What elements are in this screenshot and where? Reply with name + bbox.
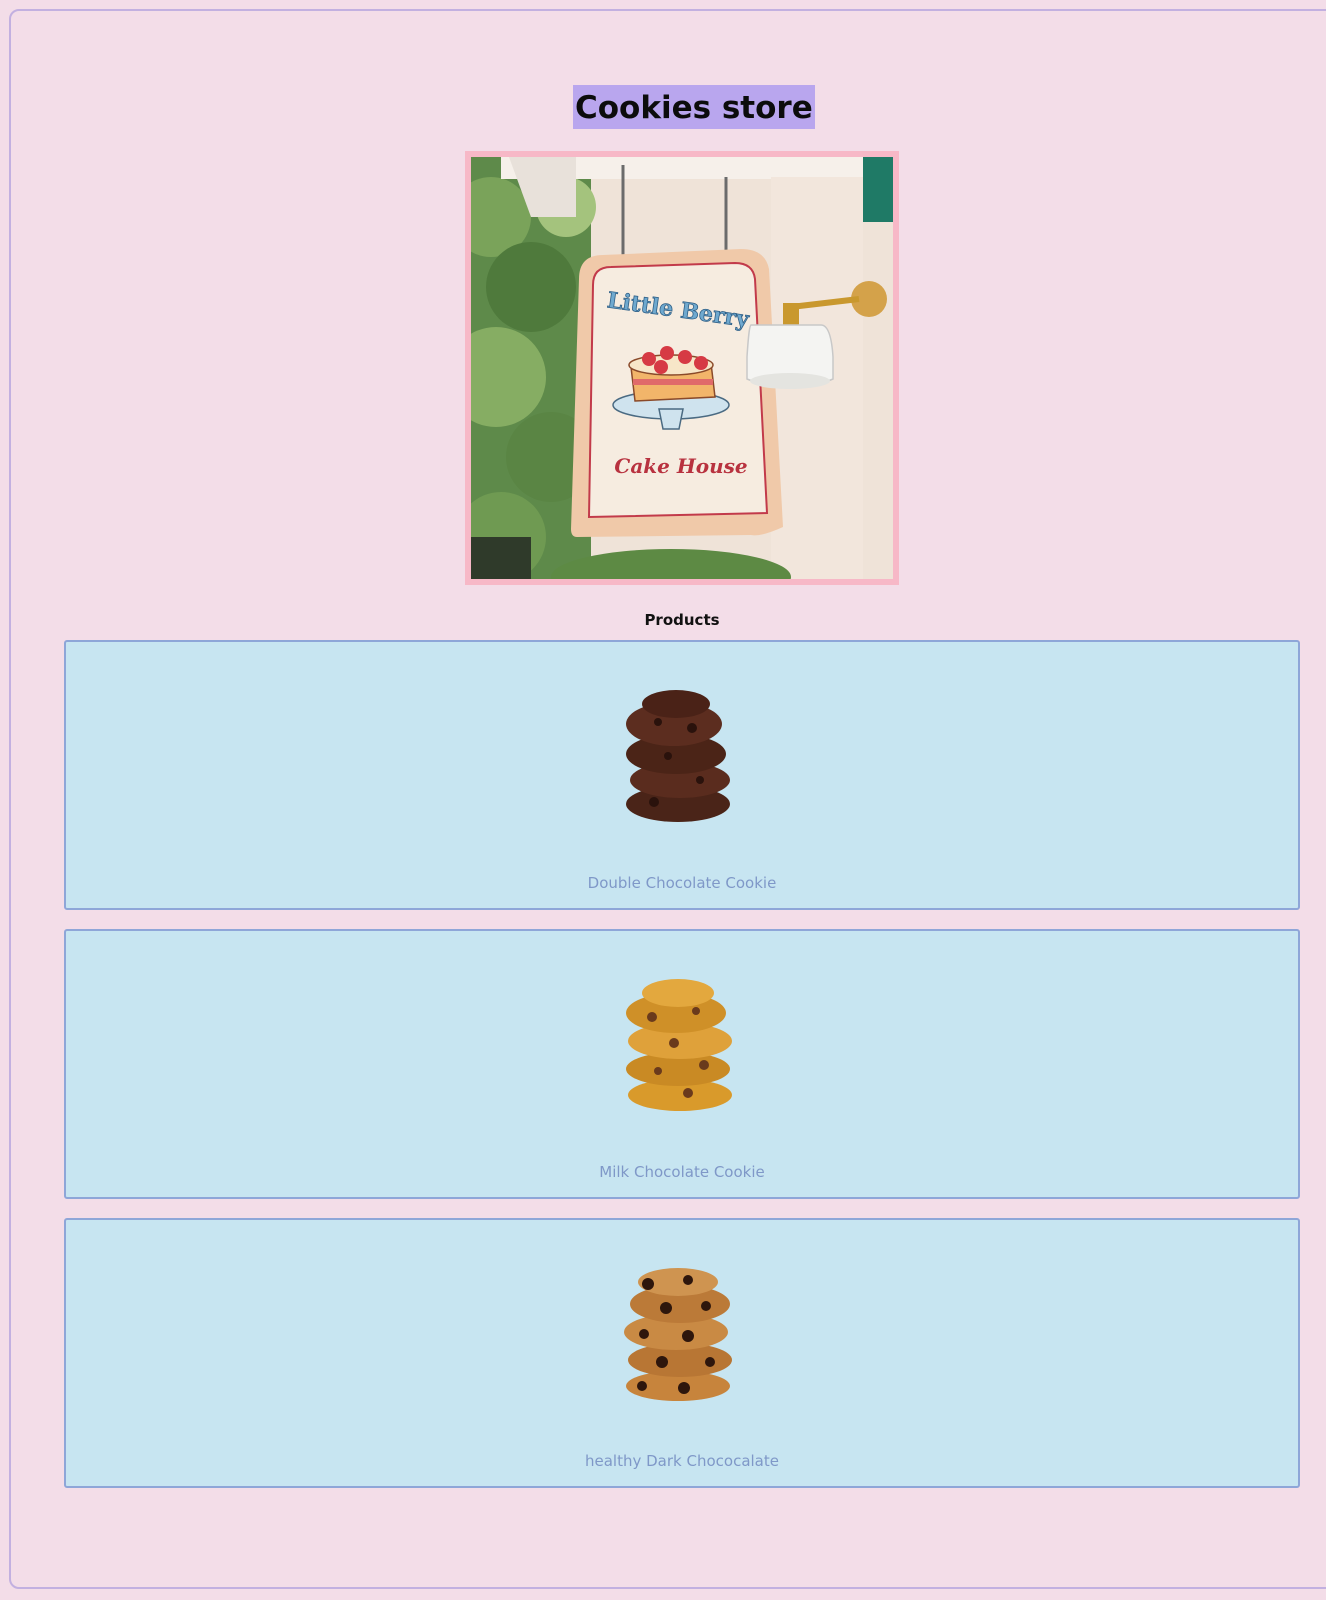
product-name[interactable]: healthy Dark Chococalate xyxy=(66,1452,1298,1470)
product-name[interactable]: Double Chocolate Cookie xyxy=(66,874,1298,892)
products-heading: Products xyxy=(644,611,720,629)
page-title: Cookies store xyxy=(573,85,815,129)
storefront-image: Little Berry Cake House xyxy=(465,151,899,585)
dark-chocolate-cookie-image xyxy=(624,1268,732,1401)
product-card-double-chocolate[interactable]: Double Chocolate Cookie xyxy=(64,640,1300,910)
page-frame: Cookies store Little Berry Cake House Pr… xyxy=(9,9,1326,1589)
svg-text:Cake House: Cake House xyxy=(614,454,747,478)
product-name[interactable]: Milk Chocolate Cookie xyxy=(66,1163,1298,1181)
milk-chocolate-cookie-image xyxy=(626,979,732,1111)
storefront-sign-image: Little Berry Cake House xyxy=(471,157,893,579)
double-chocolate-cookie-image xyxy=(626,690,730,822)
product-card-dark-chocolate[interactable]: healthy Dark Chococalate xyxy=(64,1218,1300,1488)
product-card-milk-chocolate[interactable]: Milk Chocolate Cookie xyxy=(64,929,1300,1199)
